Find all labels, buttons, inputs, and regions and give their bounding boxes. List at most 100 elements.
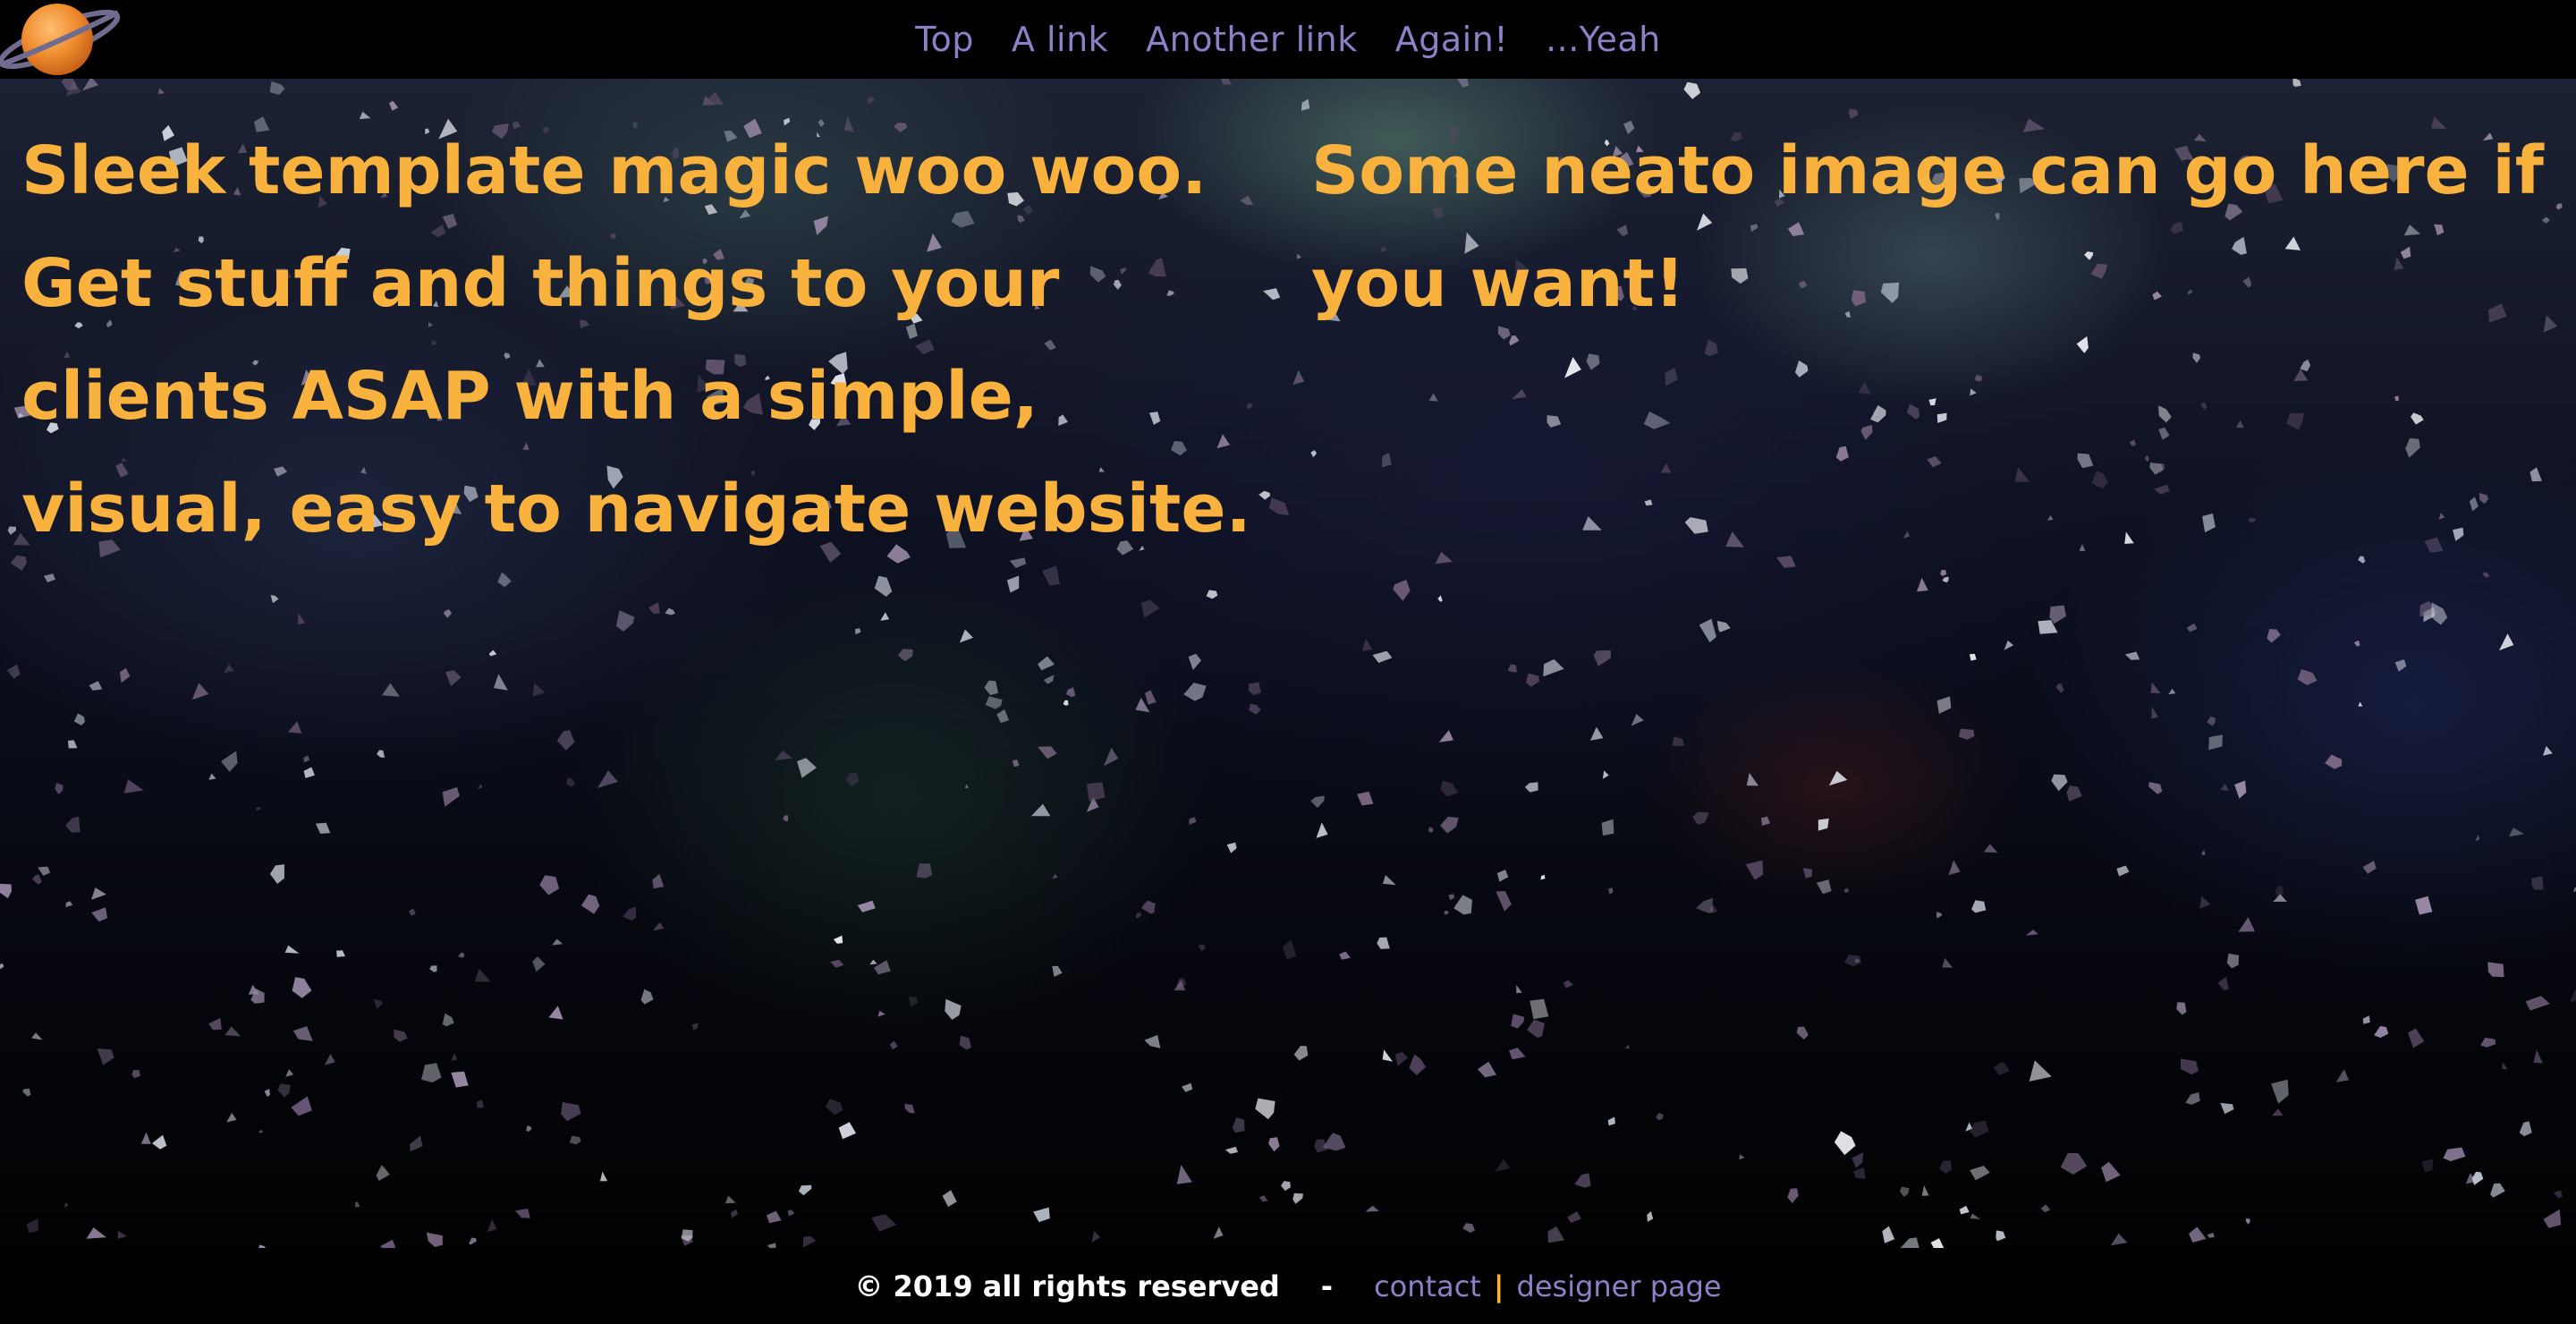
nav-link-top[interactable]: Top <box>915 20 974 59</box>
star-fragment <box>477 784 483 789</box>
star-fragment <box>2158 427 2170 440</box>
nav-link-a-link[interactable]: A link <box>1012 20 1108 59</box>
star-fragment <box>2202 513 2216 533</box>
star-fragment <box>1140 900 1156 914</box>
star-fragment <box>61 79 78 91</box>
star-fragment <box>43 573 55 582</box>
star-fragment <box>1900 1237 1919 1248</box>
star-fragment <box>497 572 512 588</box>
star-fragment <box>2509 828 2524 837</box>
star-fragment <box>1052 873 1058 879</box>
star-fragment <box>2181 1058 2199 1075</box>
star-fragment <box>1524 782 1538 793</box>
star-fragment <box>2124 651 2140 660</box>
star-fragment <box>1362 638 1373 651</box>
star-fragment <box>1940 570 1947 577</box>
star-fragment <box>1582 516 1602 530</box>
star-fragment <box>731 1209 738 1218</box>
star-fragment <box>1656 1113 1665 1121</box>
star-fragment <box>1478 1061 1496 1078</box>
star-fragment <box>2186 623 2198 632</box>
star-fragment <box>1574 1173 1591 1188</box>
star-fragment <box>26 1218 38 1234</box>
star-fragment <box>1033 1207 1050 1223</box>
star-fragment <box>2374 1026 2389 1039</box>
star-fragment <box>1796 1026 1809 1040</box>
nav-link-yeah[interactable]: ...Yeah <box>1546 20 1661 59</box>
star-fragment <box>1942 576 1949 583</box>
footer-dash: - <box>1320 1269 1334 1303</box>
star-fragment <box>336 950 345 957</box>
nav-link-again[interactable]: Again! <box>1395 20 1508 59</box>
star-fragment <box>1496 870 1509 882</box>
star-fragment <box>996 709 1009 724</box>
star-fragment <box>1144 1034 1161 1048</box>
star-fragment <box>532 956 546 972</box>
star-fragment <box>256 806 262 811</box>
star-fragment <box>775 750 792 760</box>
star-fragment <box>1936 912 1943 919</box>
nav-link-another-link[interactable]: Another link <box>1146 20 1358 59</box>
star-fragment <box>1038 656 1055 671</box>
star-fragment <box>2226 953 2240 969</box>
star-fragment <box>451 1071 469 1088</box>
star-fragment <box>82 79 99 91</box>
designer-page-link[interactable]: designer page <box>1517 1269 1722 1303</box>
star-fragment <box>1745 860 1764 880</box>
star-fragment <box>1440 780 1459 797</box>
star-fragment <box>2570 989 2576 1003</box>
star-fragment <box>964 784 970 789</box>
star-fragment <box>845 772 860 787</box>
star-fragment <box>1292 1192 1303 1204</box>
contact-link[interactable]: contact <box>1374 1269 1481 1303</box>
star-fragment <box>451 1053 458 1061</box>
star-fragment <box>945 998 962 1020</box>
star-fragment <box>2151 707 2158 719</box>
star-fragment <box>1696 897 1713 913</box>
star-fragment <box>1546 415 1562 428</box>
star-fragment <box>2055 683 2064 693</box>
star-fragment <box>2490 1183 2505 1198</box>
star-fragment <box>292 977 312 998</box>
star-fragment <box>494 674 508 691</box>
star-fragment <box>566 777 575 787</box>
star-fragment <box>1939 1160 1952 1174</box>
star-fragment <box>548 1006 564 1020</box>
star-fragment <box>889 1040 898 1050</box>
star-fragment <box>1607 887 1614 895</box>
star-fragment <box>287 721 302 734</box>
star-fragment <box>97 1048 114 1065</box>
star-fragment <box>1942 957 1953 968</box>
star-fragment <box>409 908 416 916</box>
star-fragment <box>1959 728 1975 740</box>
star-fragment <box>2060 1152 2088 1175</box>
star-fragment <box>1643 412 1671 429</box>
star-fragment <box>376 1165 390 1181</box>
star-fragment <box>1672 736 1684 747</box>
star-fragment <box>91 907 108 922</box>
star-fragment <box>1543 658 1564 677</box>
star-fragment <box>2358 701 2363 707</box>
star-fragment <box>1540 874 1546 880</box>
star-fragment <box>838 1122 856 1140</box>
star-fragment <box>1835 446 1849 462</box>
star-fragment <box>867 97 876 105</box>
star-fragment <box>1453 895 1472 915</box>
star-fragment <box>2272 1108 2284 1116</box>
star-fragment <box>640 989 654 1005</box>
star-fragment <box>1647 1210 1654 1222</box>
star-fragment <box>724 1195 736 1204</box>
star-fragment <box>880 612 890 621</box>
star-fragment <box>442 1013 454 1027</box>
star-fragment <box>1091 1231 1101 1243</box>
star-fragment <box>2335 1069 2350 1082</box>
star-fragment <box>1006 575 1020 593</box>
star-fragment <box>291 1096 312 1116</box>
star-fragment <box>7 526 17 535</box>
star-fragment <box>2234 780 2247 799</box>
star-fragment <box>324 1054 335 1065</box>
star-fragment <box>1440 816 1459 834</box>
star-fragment <box>783 815 789 822</box>
star-fragment <box>569 1135 581 1145</box>
star-fragment <box>1930 1238 1945 1248</box>
